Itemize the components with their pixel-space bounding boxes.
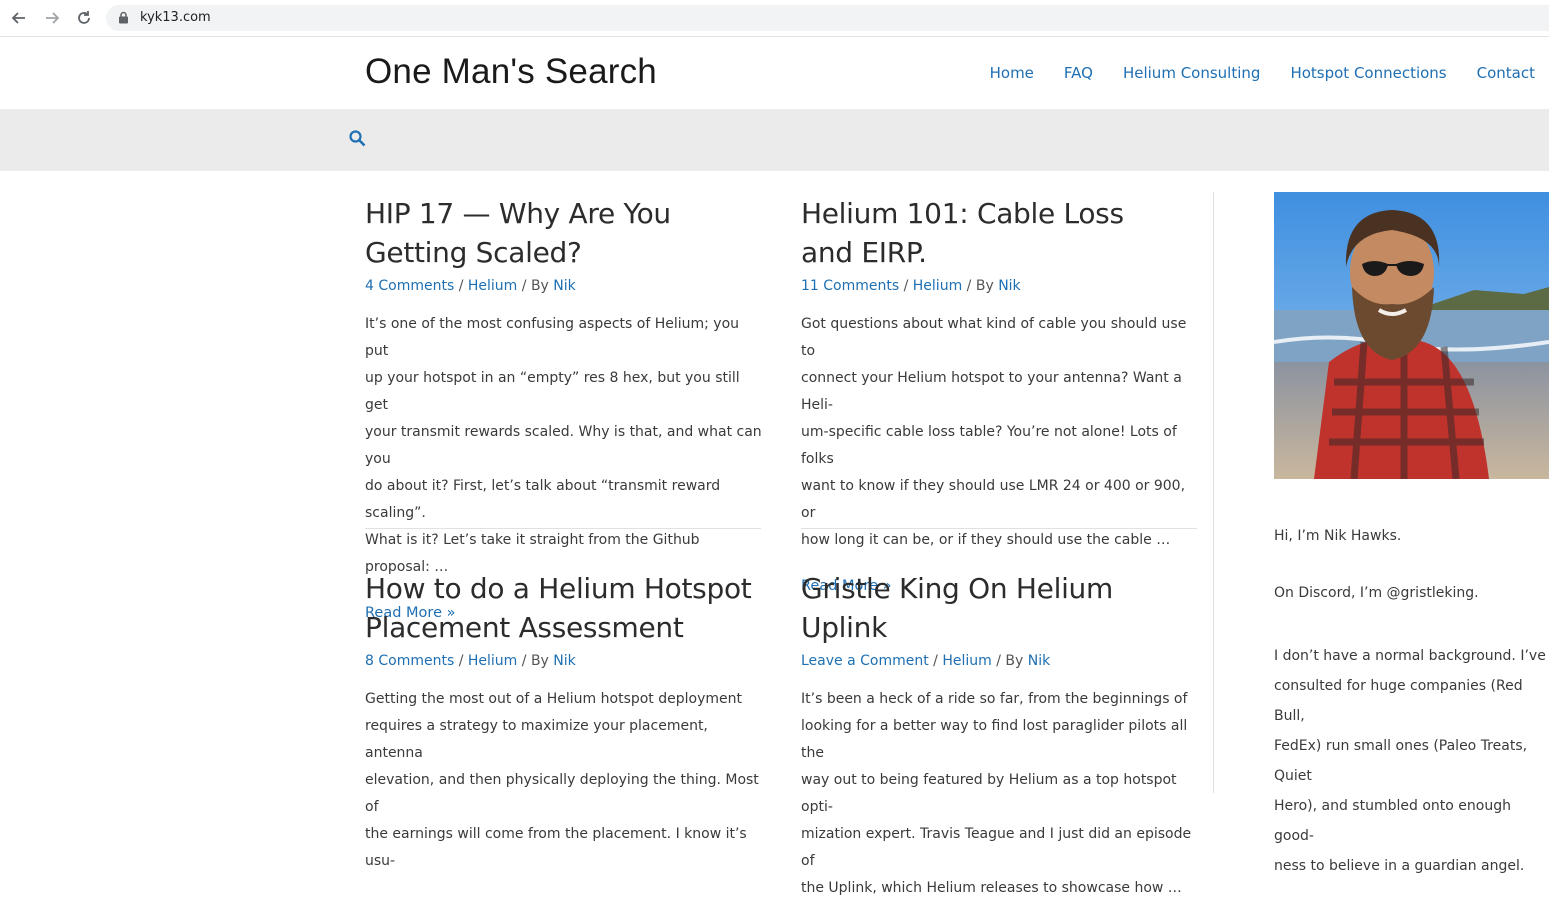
post-excerpt: It’s one of the most confusing aspects o…: [365, 316, 762, 575]
arrow-right-icon: [46, 12, 60, 24]
search-bar: [0, 109, 1549, 171]
author-link[interactable]: Nik: [998, 278, 1020, 294]
main-menu: Home FAQ Helium Consulting Hotspot Conne…: [990, 64, 1535, 82]
comments-link[interactable]: Leave a Comment: [801, 653, 929, 669]
search-icon: [349, 130, 366, 147]
author-link[interactable]: Nik: [1028, 653, 1050, 669]
post-meta: 4 Comments / Helium / By Nik: [365, 278, 576, 294]
post-card: Helium 101: Cable Loss and EIRP. 11 Comm…: [801, 194, 1201, 594]
menu-item-helium-consulting[interactable]: Helium Consulting: [1123, 64, 1260, 82]
bio-discord: On Discord, I’m @gristleking.: [1274, 585, 1479, 601]
menu-item-faq[interactable]: FAQ: [1064, 64, 1093, 82]
bio-background: I don’t have a normal background. I’ve c…: [1274, 648, 1546, 874]
reload-icon: [78, 11, 90, 24]
arrow-left-icon: [11, 12, 25, 24]
post-title[interactable]: How to do a Helium Hotspot Placement Ass…: [365, 569, 765, 647]
back-button[interactable]: [8, 7, 30, 29]
author-portrait-image: [1274, 192, 1549, 479]
post-excerpt: Getting the most out of a Helium hotspot…: [365, 691, 759, 869]
author-link[interactable]: Nik: [553, 278, 575, 294]
menu-item-home[interactable]: Home: [990, 64, 1034, 82]
comments-link[interactable]: 8 Comments: [365, 653, 454, 669]
post-divider: [365, 528, 761, 529]
category-link[interactable]: Helium: [913, 278, 962, 294]
post-card: HIP 17 — Why Are You Getting Scaled? 4 C…: [365, 194, 765, 621]
post-excerpt: It’s been a heck of a ride so far, from …: [801, 691, 1192, 896]
author-photo: [1274, 192, 1549, 479]
category-link[interactable]: Helium: [468, 278, 517, 294]
bio-intro: Hi, I’m Nik Hawks.: [1274, 528, 1402, 544]
search-button[interactable]: [349, 130, 366, 152]
post-meta: 8 Comments / Helium / By Nik: [365, 653, 576, 669]
author-link[interactable]: Nik: [553, 653, 575, 669]
site-title[interactable]: One Man's Search: [365, 52, 657, 92]
comments-link[interactable]: 11 Comments: [801, 278, 899, 294]
post-meta: 11 Comments / Helium / By Nik: [801, 278, 1021, 294]
address-bar[interactable]: kyk13.com: [106, 5, 1549, 31]
post-card: How to do a Helium Hotspot Placement Ass…: [365, 569, 765, 875]
post-meta: Leave a Comment / Helium / By Nik: [801, 653, 1051, 669]
sidebar-divider: [1213, 192, 1214, 793]
post-divider: [801, 528, 1197, 529]
comments-link[interactable]: 4 Comments: [365, 278, 454, 294]
forward-button[interactable]: [41, 7, 63, 29]
post-card: Gristle King On Helium Uplink Leave a Co…: [801, 569, 1201, 902]
menu-item-contact[interactable]: Contact: [1477, 64, 1535, 82]
category-link[interactable]: Helium: [942, 653, 991, 669]
reload-button[interactable]: [73, 7, 95, 29]
lock-icon: [119, 11, 128, 24]
post-title[interactable]: Gristle King On Helium Uplink: [801, 569, 1201, 647]
browser-toolbar: kyk13.com: [0, 0, 1549, 37]
post-title[interactable]: HIP 17 — Why Are You Getting Scaled?: [365, 194, 765, 272]
url-text: kyk13.com: [140, 10, 211, 25]
category-link[interactable]: Helium: [468, 653, 517, 669]
post-title[interactable]: Helium 101: Cable Loss and EIRP.: [801, 194, 1201, 272]
post-excerpt: Got questions about what kind of cable y…: [801, 316, 1187, 548]
menu-item-hotspot-connections[interactable]: Hotspot Connections: [1290, 64, 1446, 82]
